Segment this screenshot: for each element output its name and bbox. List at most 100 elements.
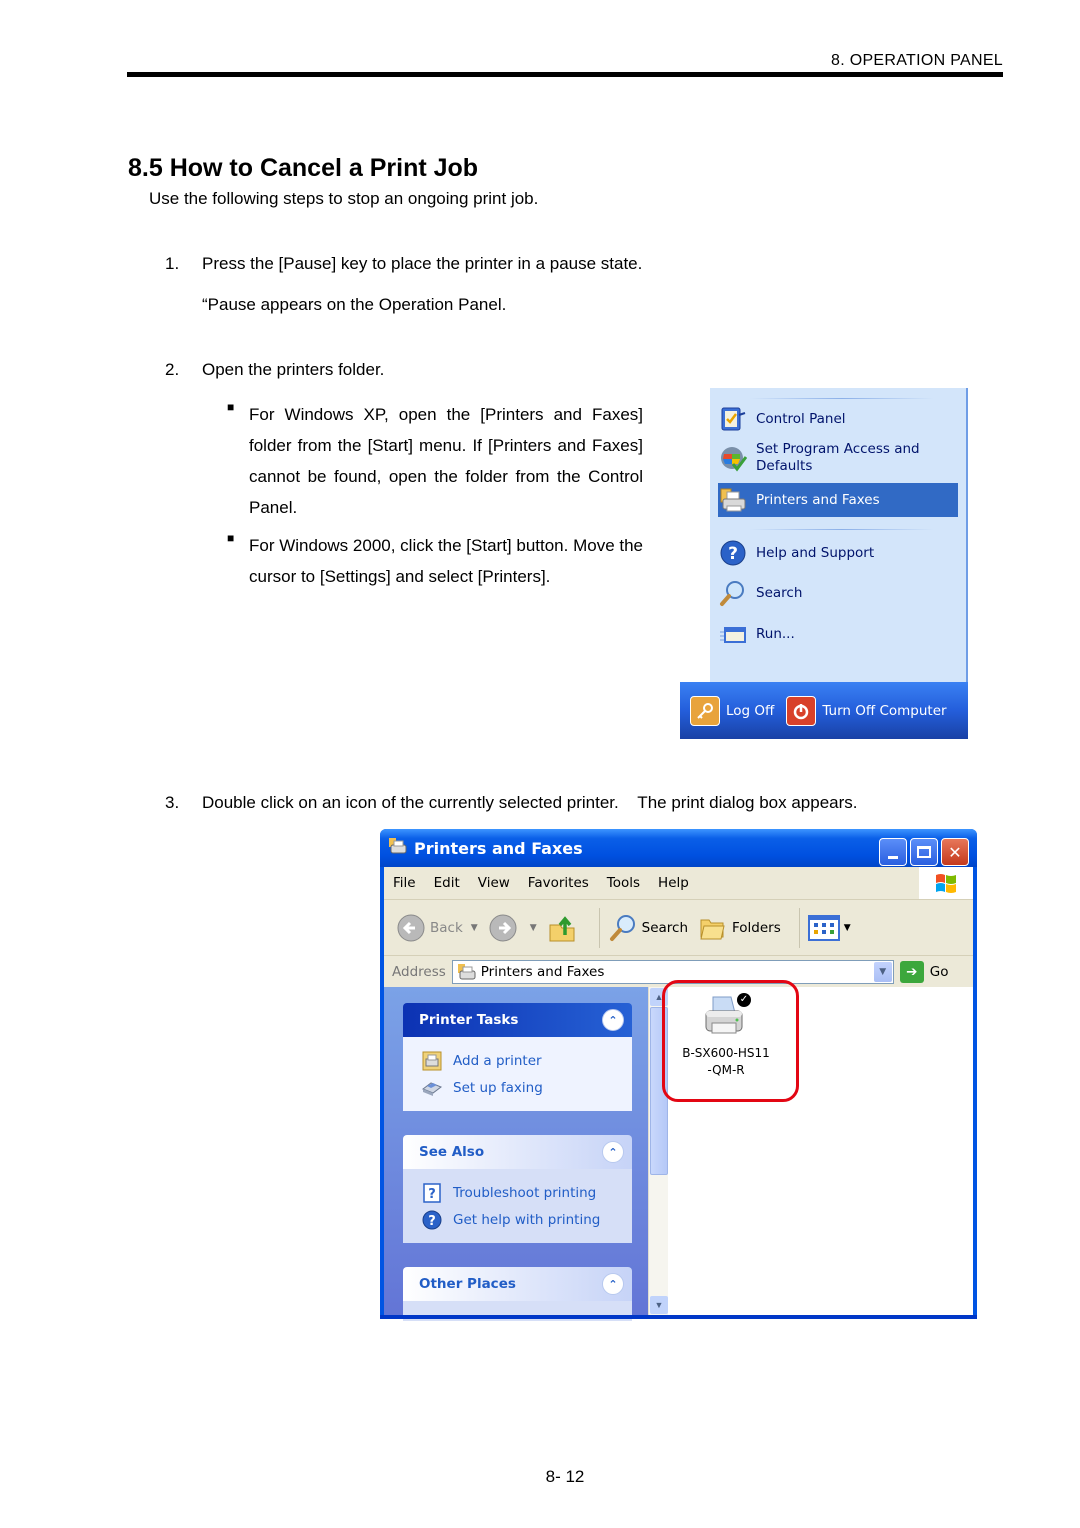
link-label: Set up faxing [453, 1079, 543, 1096]
svg-text:?: ? [728, 544, 738, 564]
bullet-windows-xp: ■ For Windows XP, open the [Printers and… [227, 399, 643, 523]
log-off-button[interactable]: Log Off [690, 695, 775, 726]
menu-item-label: Printers and Faxes [756, 491, 880, 508]
up-folder-button[interactable] [547, 913, 581, 943]
start-menu-footer: Log Off Turn Off Computer [680, 682, 968, 739]
bullet-windows-2000: ■ For Windows 2000, click the [Start] bu… [227, 530, 644, 592]
menu-edit[interactable]: Edit [425, 875, 469, 891]
panel-body: Add a printer Set up faxing [403, 1037, 632, 1111]
go-button[interactable]: ➔ Go [899, 960, 949, 983]
up-folder-icon [547, 913, 577, 943]
link-get-help-printing[interactable]: ? Get help with printing [421, 1206, 632, 1233]
step-number: 3. [165, 793, 180, 812]
panel-title: Printer Tasks [419, 1012, 519, 1028]
back-button[interactable]: Back ▼ [396, 913, 478, 943]
menu-file[interactable]: File [384, 875, 425, 891]
running-header: 8. OPERATION PANEL [831, 52, 1003, 69]
step-text: Double click on an icon of the currently… [202, 793, 858, 812]
dropdown-caret-icon: ▼ [529, 922, 537, 933]
panel-title: Other Places [419, 1276, 516, 1292]
dropdown-caret-icon: ▼ [843, 922, 851, 933]
menu-item-program-access[interactable]: Set Program Access and Defaults [718, 438, 958, 478]
add-printer-icon [421, 1051, 443, 1071]
start-menu-screenshot: Control Panel Set Program Access and Def… [680, 388, 968, 739]
menu-item-search[interactable]: Search [718, 576, 958, 610]
panel-printer-tasks: Printer Tasks ⌃ Add a printer Set up fax… [403, 1003, 632, 1111]
menu-separator [750, 529, 934, 530]
search-button[interactable]: Search [608, 913, 688, 943]
menu-separator [750, 398, 934, 399]
views-button[interactable]: ▼ [807, 914, 851, 942]
folders-button[interactable]: Folders [698, 913, 781, 943]
step-text: Open the printers folder. [202, 360, 385, 379]
program-access-icon [718, 443, 748, 473]
address-label: Address [392, 963, 446, 980]
step-number: 2. [165, 360, 180, 379]
scroll-down-arrow-icon[interactable]: ▼ [650, 1296, 668, 1314]
power-icon [786, 695, 817, 726]
search-label: Search [641, 919, 689, 936]
printer-folder-icon [388, 836, 408, 860]
search-icon [718, 578, 748, 608]
printer-folder-icon [457, 963, 477, 981]
windows-logo-icon [919, 867, 973, 899]
search-icon [608, 913, 638, 943]
menu-item-label: Search [756, 584, 803, 601]
menu-item-label: Set Program Access and Defaults [756, 441, 920, 474]
collapse-chevron-icon[interactable]: ⌃ [602, 1273, 624, 1295]
minimize-button[interactable] [879, 838, 907, 866]
forward-button[interactable]: ▼ [488, 913, 537, 943]
collapse-chevron-icon[interactable]: ⌃ [602, 1009, 624, 1031]
menu-item-label: Control Panel [756, 410, 846, 427]
go-label: Go [929, 963, 949, 980]
section-intro: Use the following steps to stop an ongoi… [149, 189, 539, 208]
panel-other-places: Other Places ⌃ [403, 1267, 632, 1321]
section-title: 8.5 How to Cancel a Print Job [128, 154, 479, 182]
menu-item-label: Run... [756, 625, 795, 642]
panel-title: See Also [419, 1144, 485, 1160]
menu-item-label: Help and Support [756, 544, 875, 561]
menu-item-help-and-support[interactable]: ? Help and Support [718, 536, 958, 570]
printer-icon [718, 485, 748, 515]
dropdown-caret-icon: ▼ [470, 922, 478, 933]
link-set-up-faxing[interactable]: Set up faxing [421, 1074, 632, 1101]
menu-tools[interactable]: Tools [598, 875, 649, 891]
forward-arrow-icon [488, 913, 518, 943]
folders-icon [698, 913, 728, 943]
collapse-chevron-icon[interactable]: ⌃ [602, 1141, 624, 1163]
menu-item-control-panel[interactable]: Control Panel [718, 402, 958, 436]
panel-header[interactable]: Other Places ⌃ [403, 1267, 632, 1301]
folders-label: Folders [732, 919, 781, 936]
menu-item-run[interactable]: Run... [718, 617, 958, 651]
toolbar-separator [798, 907, 800, 948]
go-arrow-icon: ➔ [899, 960, 924, 983]
menu-help[interactable]: Help [649, 875, 698, 891]
menu-favorites[interactable]: Favorites [519, 875, 598, 891]
title-bar[interactable]: Printers and Faxes ✕ [380, 829, 977, 867]
panel-see-also: See Also ⌃ ? Troubleshoot printing ? Get… [403, 1135, 632, 1243]
step-text: Press the [Pause] key to place the print… [202, 254, 643, 273]
step-number: 1. [165, 254, 180, 273]
maximize-button[interactable] [910, 838, 938, 866]
log-off-label: Log Off [726, 702, 775, 719]
task-pane: Printer Tasks ⌃ Add a printer Set up fax… [384, 987, 648, 1321]
link-label: Get help with printing [453, 1211, 601, 1228]
back-label: Back [430, 919, 463, 936]
menu-item-printers-and-faxes[interactable]: Printers and Faxes [718, 483, 958, 517]
close-button[interactable]: ✕ [941, 838, 969, 866]
bullet-text: For Windows 2000, click the [Start] butt… [249, 536, 644, 586]
fax-icon [421, 1078, 443, 1098]
svg-text:?: ? [428, 1187, 436, 1202]
minimize-icon [888, 855, 898, 859]
link-troubleshoot-printing[interactable]: ? Troubleshoot printing [421, 1179, 632, 1206]
panel-header[interactable]: See Also ⌃ [403, 1135, 632, 1169]
panel-header[interactable]: Printer Tasks ⌃ [403, 1003, 632, 1037]
menu-view[interactable]: View [469, 875, 519, 891]
address-dropdown-button[interactable]: ▼ [873, 961, 892, 982]
help-icon: ? [421, 1210, 443, 1230]
turn-off-computer-button[interactable]: Turn Off Computer [786, 695, 947, 726]
link-add-printer[interactable]: Add a printer [421, 1047, 632, 1074]
maximize-icon [917, 846, 931, 858]
toolbar-separator [598, 907, 600, 948]
address-value: Printers and Faxes [480, 963, 605, 980]
